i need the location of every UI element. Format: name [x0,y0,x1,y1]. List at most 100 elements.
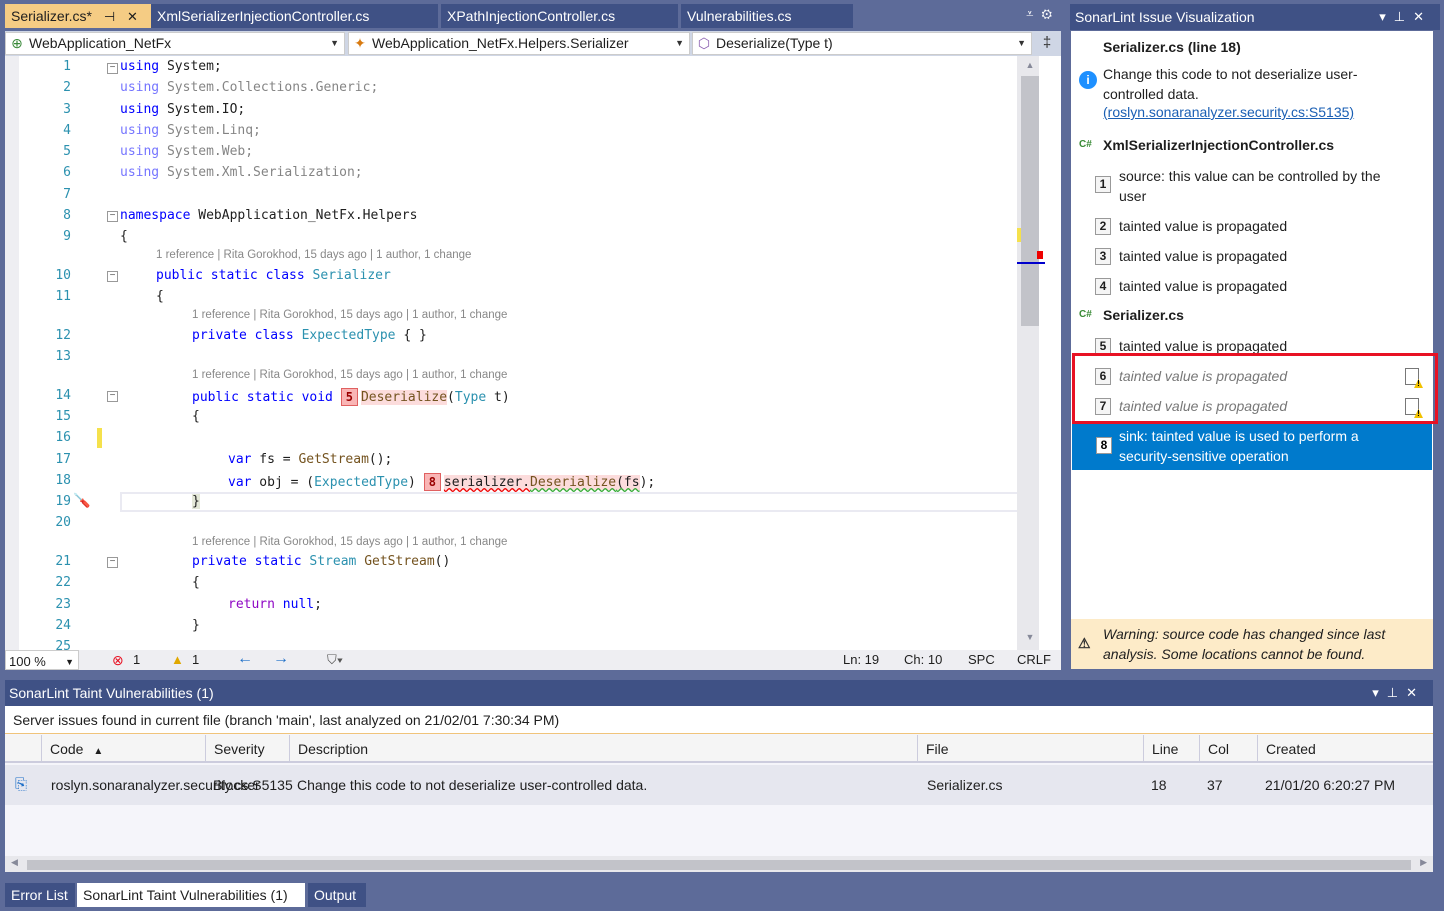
column-header-code[interactable]: Code ▲ [41,735,205,763]
scrollbar-thumb[interactable] [27,860,1411,870]
scrollbar-thumb[interactable] [1021,76,1039,326]
server-info-text: Server issues found in current file (bra… [5,706,1433,734]
warning-count[interactable]: 1 [192,652,199,667]
code-editor[interactable]: 1 2 3 4 5 6 7 8 9 10 11 12 13 14 15 16 1… [5,56,1061,650]
type-dropdown[interactable]: ✦ WebApplication_NetFx.Helpers.Serializer… [348,32,690,55]
caret-marker [1017,262,1045,264]
error-icon[interactable]: ⊗ [112,652,124,669]
error-count[interactable]: 1 [133,652,140,667]
column-header-file[interactable]: File [917,735,1143,763]
chevron-down-icon: ▼ [330,38,339,48]
step-number: 4 [1095,278,1111,295]
code-line-15: { [192,409,200,424]
taint-step-badge[interactable]: 5 [340,388,358,406]
horizontal-scrollbar[interactable]: ◀ ▶ [5,856,1433,872]
column-header-created[interactable]: Created [1257,735,1433,763]
close-icon[interactable]: ✕ [1413,9,1432,24]
line-indicator[interactable]: Ln: 19 [843,652,879,667]
scroll-up-icon[interactable]: ▲ [1021,60,1039,70]
file-header[interactable]: Serializer.cs [1103,307,1184,323]
tab-vulnerabilities[interactable]: Vulnerabilities.cs [681,4,853,28]
project-icon: ⊕ [11,35,23,51]
warning-icon[interactable]: ▲ [171,652,184,667]
dropdown-icon[interactable]: ▾ [1372,685,1387,700]
pin-icon[interactable]: ⊣ [104,5,115,29]
code-line-17: var fs = GetStream(); [228,452,393,467]
tab-serializer[interactable]: Serializer.cs* ⊣ ✕ [5,4,151,28]
taint-step-selected[interactable]: 8 sink: tainted value is used to perform… [1072,424,1432,470]
code-lens[interactable]: 1 reference | Rita Gorokhod, 15 days ago… [192,309,507,321]
navigate-to-file-icon[interactable]: ⎘ [7,765,41,805]
issue-visualization-panel: Serializer.cs (line 18) i Change this co… [1071,31,1433,619]
split-window-button[interactable]: ‡ [1037,33,1057,53]
line-number: 20 [55,515,71,530]
method-icon: ⬡ [697,35,711,51]
tab-xmlserializerinjectioncontroller[interactable]: XmlSerializerInjectionController.cs [151,4,438,28]
rule-link[interactable]: (roslyn.sonaranalyzer.security.cs:S5135) [1103,104,1354,120]
tab-overflow: ⩡⚙ [1026,6,1060,22]
scroll-left-icon[interactable]: ◀ [11,857,18,868]
code-lens[interactable]: 1 reference | Rita Gorokhod, 15 days ago… [156,249,471,261]
collapse-icon[interactable]: − [107,271,118,282]
sort-ascending-icon: ▲ [93,746,104,757]
info-icon: i [1079,71,1097,89]
code-line-22: { [192,575,200,590]
vertical-scrollbar[interactable]: ▲ ▼ [1017,56,1045,650]
zoom-dropdown[interactable]: 100 % ▼ [5,650,79,670]
member-dropdown[interactable]: ⬡ Deserialize(Type t) ▼ [692,32,1032,55]
tab-dropdown-icon[interactable]: ⩡ [1026,6,1041,21]
close-icon[interactable]: ✕ [127,5,138,29]
char-indicator[interactable]: Ch: 10 [904,652,942,667]
line-number: 24 [55,618,71,633]
error-marker [1037,251,1043,259]
gear-icon[interactable]: ⚙ [1041,6,1060,21]
collapse-icon[interactable]: − [107,211,118,222]
cell-col: 37 [1207,777,1223,793]
tab-taint-vulnerabilities[interactable]: SonarLint Taint Vulnerabilities (1) [77,883,305,907]
dropdown-icon[interactable]: ▾ [1379,9,1394,24]
scroll-down-icon[interactable]: ▼ [1021,632,1039,642]
line-number: 4 [63,123,71,138]
column-header-col[interactable]: Col [1199,735,1257,763]
code-line-21: private static Stream GetStream() [192,554,451,569]
step-number: 8 [1096,437,1112,454]
tab-xpathinjectioncontroller[interactable]: XPathInjectionController.cs [441,4,678,28]
step-number: 3 [1095,248,1111,265]
tab-output[interactable]: Output [308,883,366,907]
table-row[interactable]: ⎘ roslyn.sonaranalyzer.security.cs:S5135… [5,765,1433,805]
cleanup-brush-icon[interactable]: ⛉▾ [327,652,343,668]
pin-icon[interactable]: ⊥ [1387,685,1406,700]
scroll-right-icon[interactable]: ▶ [1420,857,1427,868]
collapse-icon[interactable]: − [107,391,118,402]
step-number: 1 [1095,176,1111,193]
taint-step[interactable]: 1 source: this value can be controlled b… [1095,166,1425,206]
code-line-14: public static void 5 Deserialize(Type t) [192,388,510,406]
collapse-icon[interactable]: − [107,63,118,74]
line-number: 1 [63,59,71,74]
code-lens[interactable]: 1 reference | Rita Gorokhod, 15 days ago… [192,536,507,548]
cell-created: 21/01/20 6:20:27 PM [1265,777,1395,793]
back-arrow-icon[interactable]: ← [237,650,253,668]
line-ending-indicator[interactable]: CRLF [1017,652,1051,667]
column-header-description[interactable]: Description [289,735,917,763]
tab-error-list[interactable]: Error List [5,883,75,907]
quick-action-screwdriver-icon[interactable]: 🪛 [73,492,90,509]
file-header[interactable]: XmlSerializerInjectionController.cs [1103,137,1334,153]
editor-tab-bar: Serializer.cs* ⊣ ✕ XmlSerializerInjectio… [0,0,1066,31]
code-line-6: using System.Xml.Serialization; [120,165,363,180]
forward-arrow-icon[interactable]: → [273,650,289,668]
taint-step-badge[interactable]: 8 [423,473,441,491]
code-lens[interactable]: 1 reference | Rita Gorokhod, 15 days ago… [192,369,507,381]
line-number: 23 [55,597,71,612]
line-number: 12 [55,328,71,343]
pin-icon[interactable]: ⊥ [1394,9,1413,24]
whitespace-indicator[interactable]: SPC [968,652,995,667]
column-header-line[interactable]: Line [1143,735,1199,763]
project-dropdown[interactable]: ⊕ WebApplication_NetFx ▼ [5,32,345,55]
close-icon[interactable]: ✕ [1406,685,1425,700]
column-header-severity[interactable]: Severity [205,735,289,763]
line-number: 8 [63,208,71,223]
collapse-icon[interactable]: − [107,557,118,568]
cell-severity: Blocker [213,777,260,793]
code-line-11: { [156,289,164,304]
